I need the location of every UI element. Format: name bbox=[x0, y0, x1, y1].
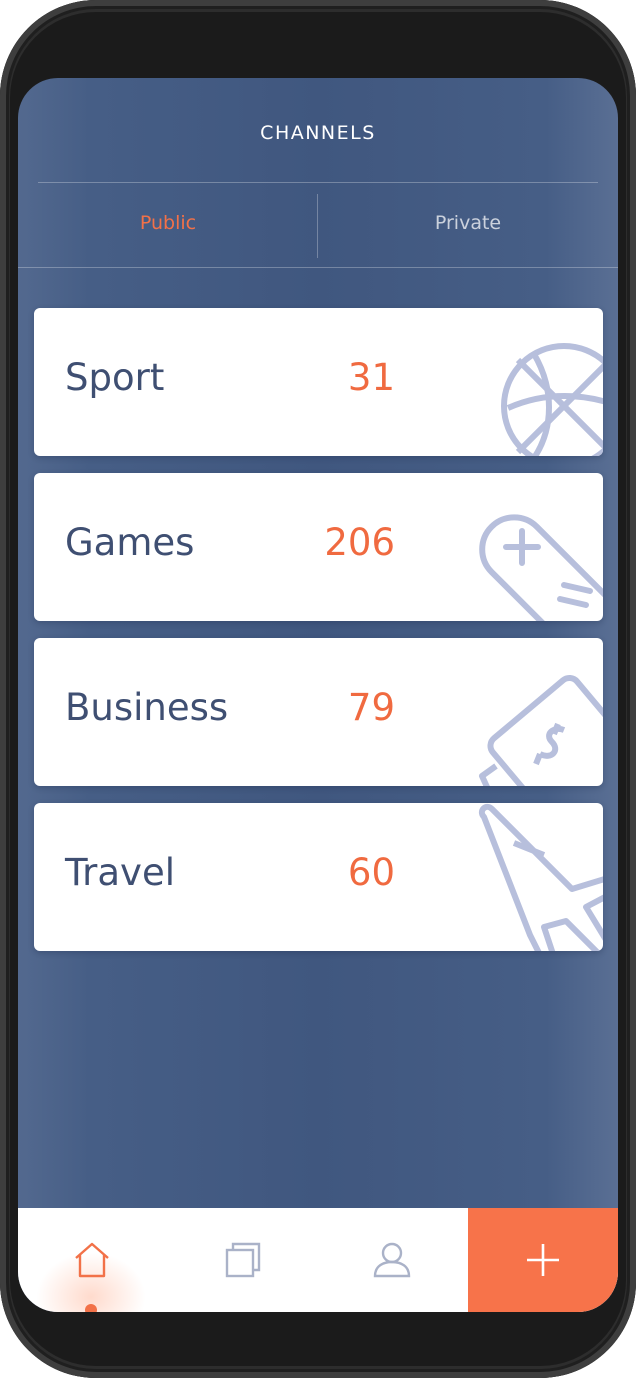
plus-icon bbox=[527, 1244, 559, 1276]
nav-profile[interactable] bbox=[370, 1238, 414, 1282]
channel-card-business[interactable]: Business 79 bbox=[34, 638, 603, 786]
basketball-icon bbox=[501, 343, 603, 456]
tab-public[interactable]: Public bbox=[18, 212, 318, 234]
nav-pages[interactable] bbox=[221, 1238, 265, 1282]
add-channel-button[interactable] bbox=[468, 1208, 618, 1312]
app-screen: CHANNELS Public Private Sport 31 Games 2… bbox=[18, 78, 618, 1312]
money-icon bbox=[479, 675, 603, 786]
bottom-nav bbox=[18, 1208, 618, 1312]
channel-card-travel[interactable]: Travel 60 bbox=[34, 803, 603, 951]
channel-card-sport[interactable]: Sport 31 bbox=[34, 308, 603, 456]
channel-name: Sport bbox=[65, 356, 165, 399]
channel-name: Games bbox=[65, 521, 195, 564]
channel-name: Travel bbox=[65, 851, 175, 894]
channel-name: Business bbox=[65, 686, 229, 729]
gamepad-icon bbox=[479, 514, 603, 621]
user-icon bbox=[373, 1242, 411, 1278]
tabs-divider bbox=[18, 267, 618, 268]
nav-home[interactable] bbox=[70, 1238, 114, 1282]
channel-count: 79 bbox=[347, 686, 395, 729]
channel-count: 31 bbox=[347, 356, 395, 399]
active-indicator-dot bbox=[85, 1304, 97, 1312]
page-title: CHANNELS bbox=[260, 122, 376, 144]
header-divider bbox=[38, 182, 598, 183]
copy-icon bbox=[225, 1242, 261, 1278]
channel-count: 206 bbox=[324, 521, 395, 564]
channel-count: 60 bbox=[347, 851, 395, 894]
airplane-icon bbox=[478, 803, 603, 951]
home-icon bbox=[75, 1242, 109, 1278]
channel-card-games[interactable]: Games 206 bbox=[34, 473, 603, 621]
tab-private[interactable]: Private bbox=[318, 212, 618, 234]
